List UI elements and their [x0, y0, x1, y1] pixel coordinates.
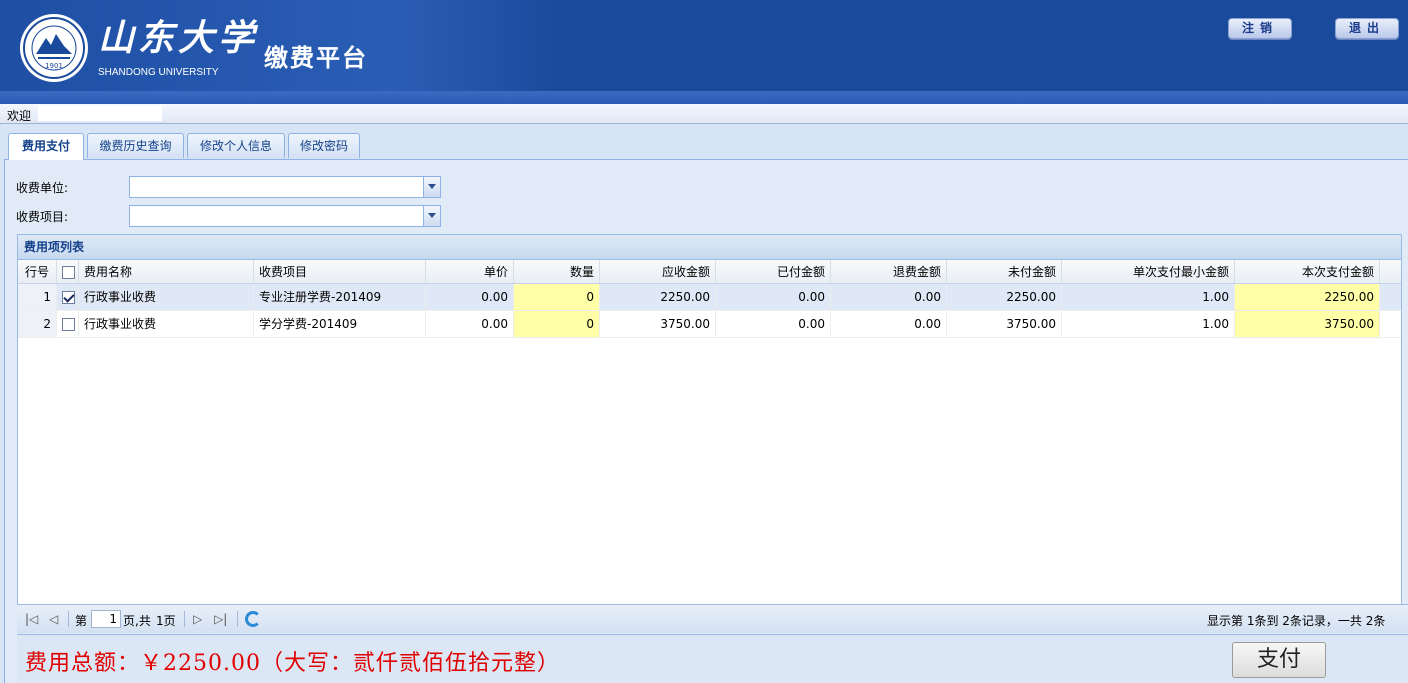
- refund-cell: 0.00: [831, 284, 947, 310]
- record-summary: 显示第 1条到 2条记录，一共 2条: [1207, 614, 1386, 628]
- pay-button[interactable]: 支付: [1232, 642, 1326, 678]
- refund-cell: 0.00: [831, 311, 947, 337]
- table-row[interactable]: 1 行政事业收费 专业注册学费-201409 0.00 0 2250.00 0.…: [18, 284, 1401, 311]
- row-select-cell[interactable]: [57, 311, 79, 337]
- total-amount: 费用总额：￥2250.00（大写：贰仟贰佰伍拾元整）: [25, 651, 560, 676]
- page-prefix: 第: [75, 614, 88, 628]
- tab-strip: 费用支付 缴费历史查询 修改个人信息 修改密码: [4, 130, 1408, 160]
- item-select[interactable]: [129, 205, 441, 227]
- receivable-cell: 3750.00: [600, 311, 716, 337]
- tab-change-password[interactable]: 修改密码: [288, 133, 360, 158]
- page-number-input[interactable]: 1: [91, 610, 121, 628]
- university-seal-logo: 1901: [20, 14, 88, 82]
- brand-english-name: SHANDONG UNIVERSITY: [98, 67, 219, 78]
- unit-price-cell: 0.00: [426, 311, 514, 337]
- row-select-cell[interactable]: [57, 284, 79, 310]
- header-bar: 1901 山东大学 SHANDONG UNIVERSITY 缴费平台 注销 退出: [0, 0, 1408, 91]
- row-number: 1: [18, 284, 57, 310]
- col-header-quantity[interactable]: 数量: [514, 260, 600, 283]
- col-header-pay-now[interactable]: 本次支付金额: [1235, 260, 1380, 283]
- brand-wordmark: 山东大学: [98, 17, 259, 59]
- seal-year: 1901: [45, 62, 63, 70]
- row-checkbox[interactable]: [62, 318, 75, 331]
- payment-footer: 费用总额：￥2250.00（大写：贰仟贰佰伍拾元整） 支付: [17, 634, 1408, 683]
- tab-fee-payment[interactable]: 费用支付: [8, 133, 84, 160]
- pay-now-cell[interactable]: 3750.00: [1235, 311, 1380, 337]
- paid-cell: 0.00: [716, 311, 831, 337]
- first-page-icon[interactable]: |◁: [25, 612, 38, 626]
- pager-separator: [237, 611, 238, 627]
- refresh-icon[interactable]: [245, 611, 261, 627]
- fee-grid: 费用项列表 行号 费用名称 收费项目 单价 数量 应收金额 已付金额 退费金额 …: [17, 234, 1402, 633]
- pager-separator: [184, 611, 185, 627]
- quantity-cell[interactable]: 0: [514, 284, 600, 310]
- last-page-icon[interactable]: ▷|: [214, 612, 227, 626]
- grid-title: 费用项列表: [18, 235, 1401, 260]
- item-label: 收费项目:: [16, 210, 69, 224]
- col-header-refund[interactable]: 退费金额: [831, 260, 947, 283]
- col-header-row-no[interactable]: 行号: [18, 260, 57, 283]
- grid-pager: |◁ ◁ 第 1 页,共 1页 ▷ ▷| 显示第 1条到 2条记录，一共 2条: [17, 604, 1408, 633]
- welcome-text: 欢迎: [7, 109, 32, 123]
- page-suffix: 页,共: [123, 614, 151, 628]
- tab-payment-history[interactable]: 缴费历史查询: [87, 133, 184, 158]
- next-page-icon[interactable]: ▷: [193, 612, 202, 626]
- charge-item-cell: 专业注册学费-201409: [254, 284, 426, 310]
- paid-cell: 0.00: [716, 284, 831, 310]
- fee-name-cell: 行政事业收费: [79, 284, 254, 310]
- unit-select[interactable]: [129, 176, 441, 198]
- min-payment-cell: 1.00: [1062, 284, 1235, 310]
- row-number: 2: [18, 311, 57, 337]
- grid-header-row: 行号 费用名称 收费项目 单价 数量 应收金额 已付金额 退费金额 未付金额 单…: [18, 260, 1401, 284]
- col-header-paid[interactable]: 已付金额: [716, 260, 831, 283]
- row-checkbox[interactable]: [62, 291, 75, 304]
- quantity-cell[interactable]: 0: [514, 311, 600, 337]
- exit-button[interactable]: 退出: [1335, 18, 1399, 39]
- col-header-receivable[interactable]: 应收金额: [600, 260, 716, 283]
- pager-separator: [68, 611, 69, 627]
- prev-page-icon[interactable]: ◁: [49, 612, 58, 626]
- unit-label: 收费单位:: [16, 181, 69, 195]
- pay-now-cell[interactable]: 2250.00: [1235, 284, 1380, 310]
- min-payment-cell: 1.00: [1062, 311, 1235, 337]
- fee-name-cell: 行政事业收费: [79, 311, 254, 337]
- welcome-bar: 欢迎: [0, 104, 1408, 124]
- receivable-cell: 2250.00: [600, 284, 716, 310]
- platform-title: 缴费平台: [264, 44, 368, 72]
- col-header-unit-price[interactable]: 单价: [426, 260, 514, 283]
- col-header-select-all[interactable]: [57, 260, 79, 283]
- chevron-down-icon[interactable]: [423, 177, 440, 197]
- logout-button[interactable]: 注销: [1228, 18, 1292, 39]
- col-header-unpaid[interactable]: 未付金额: [947, 260, 1062, 283]
- unpaid-cell: 2250.00: [947, 284, 1062, 310]
- select-all-checkbox[interactable]: [62, 266, 75, 279]
- chevron-down-icon[interactable]: [423, 206, 440, 226]
- welcome-username-box: [38, 106, 162, 121]
- col-header-charge-item[interactable]: 收费项目: [254, 260, 426, 283]
- charge-item-cell: 学分学费-201409: [254, 311, 426, 337]
- tab-edit-profile[interactable]: 修改个人信息: [187, 133, 285, 158]
- header-divider-strip: [0, 91, 1408, 104]
- total-pages: 1页: [156, 614, 176, 628]
- table-row[interactable]: 2 行政事业收费 学分学费-201409 0.00 0 3750.00 0.00…: [18, 311, 1401, 338]
- unpaid-cell: 3750.00: [947, 311, 1062, 337]
- col-header-fee-name[interactable]: 费用名称: [79, 260, 254, 283]
- unit-price-cell: 0.00: [426, 284, 514, 310]
- col-header-min-payment[interactable]: 单次支付最小金额: [1062, 260, 1235, 283]
